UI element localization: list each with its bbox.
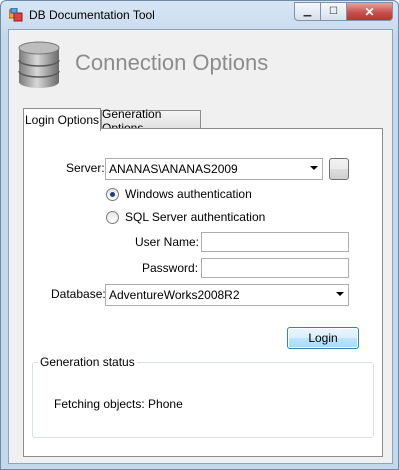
- chevron-down-icon: [310, 166, 318, 170]
- tab-label: Login Options: [24, 113, 100, 127]
- status-message: Fetching objects: Phone: [54, 397, 183, 411]
- database-icon: [18, 41, 60, 88]
- username-field[interactable]: [201, 232, 349, 252]
- window-title: DB Documentation Tool: [29, 8, 155, 22]
- app-icon: [9, 8, 23, 22]
- group-title: Generation status: [38, 355, 137, 369]
- login-options-panel: Server: ANANAS\ANANAS2009 Windows authen…: [23, 128, 383, 457]
- minimize-button[interactable]: ▁: [294, 2, 321, 21]
- maximize-button[interactable]: ☐: [321, 2, 347, 21]
- server-value: ANANAS\ANANAS2009: [109, 162, 238, 176]
- minimize-icon: ▁: [303, 6, 312, 17]
- browse-servers-button[interactable]: [329, 158, 349, 180]
- sql-auth-label[interactable]: SQL Server authentication: [125, 210, 265, 224]
- database-dropdown[interactable]: AdventureWorks2008R2: [105, 284, 349, 306]
- server-label: Server:: [66, 161, 105, 175]
- username-label: User Name:: [135, 235, 200, 249]
- maximize-icon: ☐: [329, 6, 338, 17]
- generation-status-group: Generation status Fetching objects: Phon…: [32, 355, 374, 438]
- windows-auth-radio[interactable]: [106, 188, 119, 201]
- windows-auth-label[interactable]: Windows authentication: [125, 187, 252, 201]
- chevron-down-icon: [336, 292, 344, 296]
- password-field[interactable]: [201, 258, 349, 278]
- sql-auth-radio[interactable]: [106, 211, 119, 224]
- client-area: Connection Options Login Options Generat…: [8, 29, 393, 464]
- window-controls: ▁ ☐ ✕: [294, 2, 393, 21]
- login-button-label: Login: [308, 331, 338, 345]
- database-label: Database:: [51, 287, 106, 301]
- radio-selected-dot: [110, 192, 115, 197]
- login-button[interactable]: Login: [287, 327, 359, 349]
- title-bar[interactable]: DB Documentation Tool ▁ ☐ ✕: [1, 1, 398, 29]
- close-button[interactable]: ✕: [347, 2, 393, 21]
- app-window: DB Documentation Tool ▁ ☐ ✕ Connection O…: [0, 0, 399, 470]
- tab-login-options[interactable]: Login Options: [23, 108, 101, 131]
- server-dropdown[interactable]: ANANAS\ANANAS2009: [105, 158, 323, 180]
- password-label: Password:: [142, 261, 199, 275]
- close-icon: ✕: [364, 4, 375, 19]
- page-title: Connection Options: [75, 50, 269, 75]
- database-value: AdventureWorks2008R2: [109, 288, 240, 302]
